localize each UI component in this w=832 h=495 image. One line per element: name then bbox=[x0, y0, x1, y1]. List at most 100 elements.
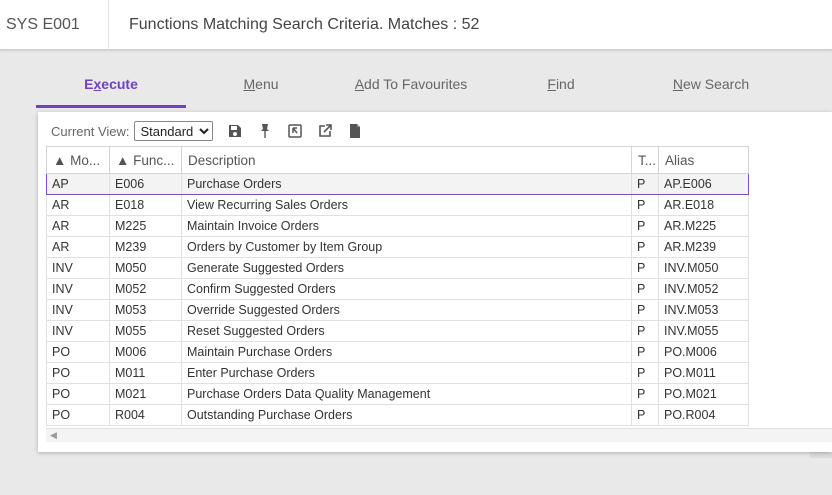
module-cell: PO bbox=[46, 362, 110, 384]
module-cell: AR bbox=[46, 236, 110, 258]
horizontal-scrollbar[interactable]: ◀ bbox=[46, 428, 832, 442]
description-cell: Enter Purchase Orders bbox=[181, 362, 632, 384]
module-cell: PO bbox=[46, 341, 110, 363]
table-row[interactable]: PO R004 Outstanding Purchase Orders P PO.R00… bbox=[46, 404, 749, 426]
alias-cell: AP.E006 bbox=[658, 173, 749, 195]
type-cell: P bbox=[631, 362, 659, 384]
tab-label-shortcut: N bbox=[672, 76, 683, 92]
column-header-function[interactable]: ▲ Func... bbox=[109, 146, 182, 174]
alias-cell: INV.M053 bbox=[658, 299, 749, 321]
description-cell: Purchase Orders Data Quality Management bbox=[181, 383, 632, 405]
results-panel: Current View: Standard ▲ Mo... ▲ Func...… bbox=[38, 112, 832, 452]
pin-icon[interactable] bbox=[257, 123, 273, 139]
table-row[interactable]: AR M225 Maintain Invoice Orders P AR.M225 bbox=[46, 215, 749, 237]
current-view-label: Current View: bbox=[51, 123, 130, 139]
alias-cell: AR.M225 bbox=[658, 215, 749, 237]
function-cell: E018 bbox=[109, 194, 182, 216]
table-row[interactable]: INV M050 Generate Suggested Orders P INV.M05… bbox=[46, 257, 749, 279]
module-cell: INV bbox=[46, 299, 110, 321]
module-cell: PO bbox=[46, 404, 110, 426]
function-cell: M050 bbox=[109, 257, 182, 279]
column-header-type[interactable]: T... bbox=[631, 146, 659, 174]
table-row[interactable]: PO M006 Maintain Purchase Orders P PO.M006 bbox=[46, 341, 749, 363]
type-cell: P bbox=[631, 278, 659, 300]
description-cell: Reset Suggested Orders bbox=[181, 320, 632, 342]
module-cell: AR bbox=[46, 194, 110, 216]
type-cell: P bbox=[631, 236, 659, 258]
column-header-module[interactable]: ▲ Mo... bbox=[46, 146, 110, 174]
function-cell: M225 bbox=[109, 215, 182, 237]
type-cell: P bbox=[631, 341, 659, 363]
table-row[interactable]: AR M239 Orders by Customer by Item Group P A… bbox=[46, 236, 749, 258]
description-cell: Maintain Purchase Orders bbox=[181, 341, 632, 363]
description-cell: Generate Suggested Orders bbox=[181, 257, 632, 279]
alias-cell: AR.M239 bbox=[658, 236, 749, 258]
type-cell: P bbox=[631, 215, 659, 237]
tab-execute[interactable]: Execute bbox=[36, 68, 186, 108]
function-cell: E006 bbox=[109, 173, 182, 195]
table-row[interactable]: INV M055 Reset Suggested Orders P INV.M055 bbox=[46, 320, 749, 342]
tab-label-part: dd To Favourites bbox=[364, 76, 468, 92]
description-cell: Purchase Orders bbox=[181, 173, 632, 195]
function-cell: M053 bbox=[109, 299, 182, 321]
description-cell: Orders by Customer by Item Group bbox=[181, 236, 632, 258]
document-icon[interactable] bbox=[347, 123, 363, 139]
tab-add-to-favourites[interactable]: Add To Favourites bbox=[336, 68, 486, 108]
alias-cell: INV.M050 bbox=[658, 257, 749, 279]
action-tabs: Execute Menu Add To Favourites Find New … bbox=[0, 68, 832, 108]
module-cell: INV bbox=[46, 257, 110, 279]
description-cell: Confirm Suggested Orders bbox=[181, 278, 632, 300]
tab-find[interactable]: Find bbox=[486, 68, 636, 108]
tab-label-part: ew Search bbox=[682, 76, 750, 92]
page-title: Functions Matching Search Criteria. Matc… bbox=[129, 16, 480, 33]
function-cell: M021 bbox=[109, 383, 182, 405]
function-cell: M239 bbox=[109, 236, 182, 258]
module-cell: INV bbox=[46, 320, 110, 342]
column-header-alias[interactable]: Alias bbox=[658, 146, 749, 174]
table-row[interactable]: PO M021 Purchase Orders Data Quality Manag… bbox=[46, 383, 749, 405]
type-cell: P bbox=[631, 173, 659, 195]
function-cell: M011 bbox=[109, 362, 182, 384]
tab-new-search[interactable]: New Search bbox=[636, 68, 786, 108]
column-header-description[interactable]: Description bbox=[181, 146, 632, 174]
alias-cell: INV.M055 bbox=[658, 320, 749, 342]
grid-toolbar: Current View: Standard bbox=[51, 120, 363, 142]
module-cell: INV bbox=[46, 278, 110, 300]
description-cell: Maintain Invoice Orders bbox=[181, 215, 632, 237]
description-cell: Override Suggested Orders bbox=[181, 299, 632, 321]
header-bar: SYS E001 Functions Matching Search Crite… bbox=[0, 0, 832, 50]
table-row[interactable]: INV M053 Override Suggested Orders P INV.M05… bbox=[46, 299, 749, 321]
alias-cell: AR.E018 bbox=[658, 194, 749, 216]
tab-label-part: ind bbox=[555, 76, 575, 92]
scroll-left-icon[interactable]: ◀ bbox=[50, 430, 57, 441]
table-row[interactable]: AP E006 Purchase Orders P AP.E006 bbox=[46, 173, 749, 195]
functions-grid: ▲ Mo... ▲ Func... Description T... Alias… bbox=[46, 146, 832, 428]
export-icon[interactable] bbox=[317, 123, 333, 139]
tab-menu[interactable]: Menu bbox=[186, 68, 336, 108]
alias-cell: PO.M021 bbox=[658, 383, 749, 405]
type-cell: P bbox=[631, 320, 659, 342]
tab-label-part: enu bbox=[255, 76, 279, 92]
screen-code: SYS E001 bbox=[0, 0, 109, 50]
restore-icon[interactable] bbox=[287, 123, 303, 139]
table-row[interactable]: AR E018 View Recurring Sales Orders P AR.E01… bbox=[46, 194, 749, 216]
type-cell: P bbox=[631, 194, 659, 216]
tab-label-shortcut: F bbox=[547, 76, 556, 92]
function-cell: M055 bbox=[109, 320, 182, 342]
tab-label-shortcut: A bbox=[354, 76, 365, 92]
function-cell: R004 bbox=[109, 404, 182, 426]
table-row[interactable]: PO M011 Enter Purchase Orders P PO.M011 bbox=[46, 362, 749, 384]
alias-cell: INV.M052 bbox=[658, 278, 749, 300]
view-select[interactable]: Standard bbox=[133, 121, 213, 141]
function-cell: M052 bbox=[109, 278, 182, 300]
save-icon[interactable] bbox=[227, 123, 243, 139]
type-cell: P bbox=[631, 299, 659, 321]
type-cell: P bbox=[631, 257, 659, 279]
table-row[interactable]: INV M052 Confirm Suggested Orders P INV.M052 bbox=[46, 278, 749, 300]
module-cell: PO bbox=[46, 383, 110, 405]
alias-cell: PO.R004 bbox=[658, 404, 749, 426]
alias-cell: PO.M011 bbox=[658, 362, 749, 384]
alias-cell: PO.M006 bbox=[658, 341, 749, 363]
table-body: AP E006 Purchase Orders P AP.E006 AR E018 View … bbox=[46, 173, 749, 426]
tab-label-shortcut: M bbox=[243, 76, 256, 92]
